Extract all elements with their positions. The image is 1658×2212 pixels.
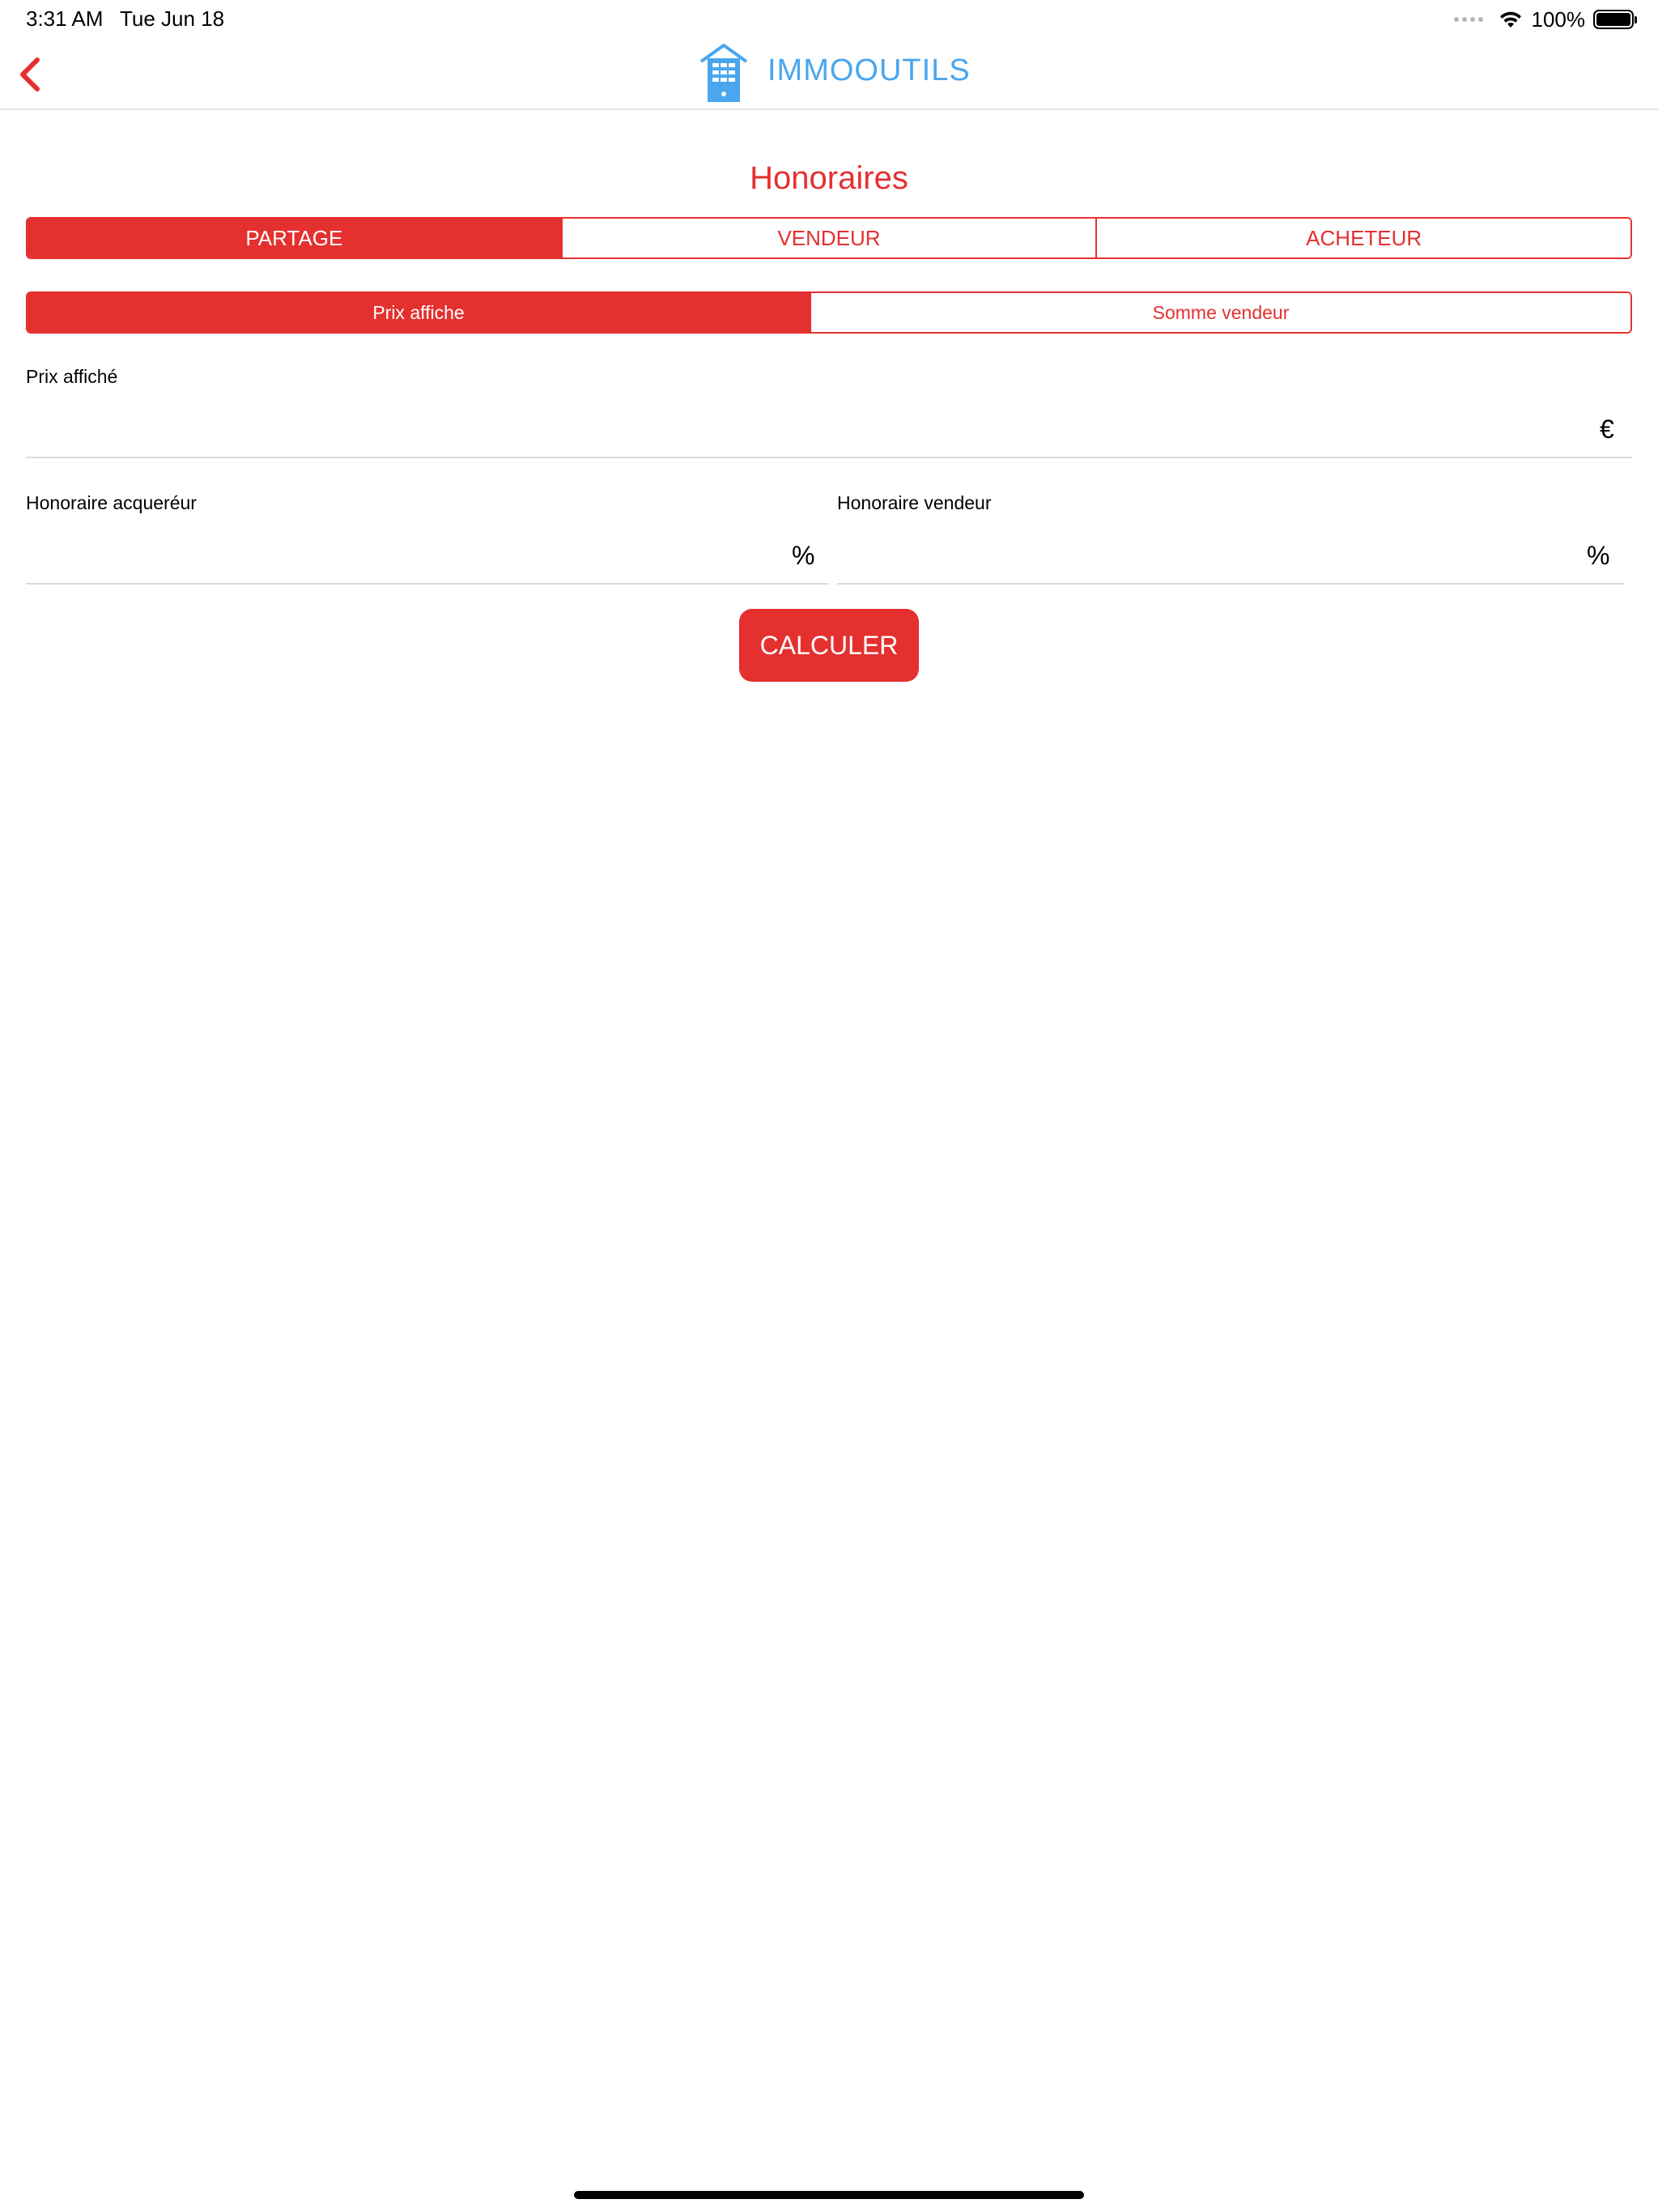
brand-name: IMMOOUTILS <box>767 53 971 87</box>
honoraire-vendeur-label: Honoraire vendeur <box>837 492 992 513</box>
tab-somme-vendeur[interactable]: Somme vendeur <box>810 293 1630 332</box>
percent-unit-vendeur: % <box>1587 541 1610 570</box>
page: 3:31 AM Tue Jun 18 100% IMMOOUTILS Honor… <box>0 0 1658 2212</box>
mode-segmented-control: PARTAGE VENDEUR ACHETEUR <box>26 217 1632 259</box>
price-type-segmented-control: Prix affiche Somme vendeur <box>26 291 1632 334</box>
prix-affiche-input[interactable] <box>26 406 1632 458</box>
tab-prix-affiche[interactable]: Prix affiche <box>28 293 810 332</box>
euro-unit: € <box>1600 415 1614 444</box>
back-button[interactable] <box>11 52 52 97</box>
tab-vendeur[interactable]: VENDEUR <box>560 219 1096 257</box>
page-title: Honoraires <box>750 160 908 196</box>
calculer-button[interactable]: CALCULER <box>739 609 919 682</box>
status-indicators: 100% <box>1453 6 1637 32</box>
wifi-icon <box>1499 11 1521 28</box>
honoraire-vendeur-input[interactable] <box>837 533 1624 585</box>
chevron-left-icon <box>20 57 40 91</box>
status-time: 3:31 AM <box>26 6 104 31</box>
battery-icon <box>1593 10 1637 29</box>
navigation-bar: IMMOOUTILS <box>0 39 1658 110</box>
honoraire-acquereur-input[interactable] <box>26 533 829 585</box>
home-indicator <box>574 2191 1084 2199</box>
status-bar: 3:31 AM Tue Jun 18 100% <box>0 0 1658 39</box>
tab-partage[interactable]: PARTAGE <box>28 219 561 257</box>
prix-affiche-label: Prix affiché <box>26 366 118 387</box>
cellular-signal-icon <box>1453 17 1483 22</box>
honoraire-acquereur-label: Honoraire acqueréur <box>26 492 197 513</box>
tab-acheteur[interactable]: ACHETEUR <box>1095 219 1630 257</box>
percent-unit-acquereur: % <box>792 541 815 570</box>
status-date: Tue Jun 18 <box>120 6 225 31</box>
battery-percentage: 100% <box>1531 6 1586 32</box>
building-house-icon <box>699 44 748 102</box>
